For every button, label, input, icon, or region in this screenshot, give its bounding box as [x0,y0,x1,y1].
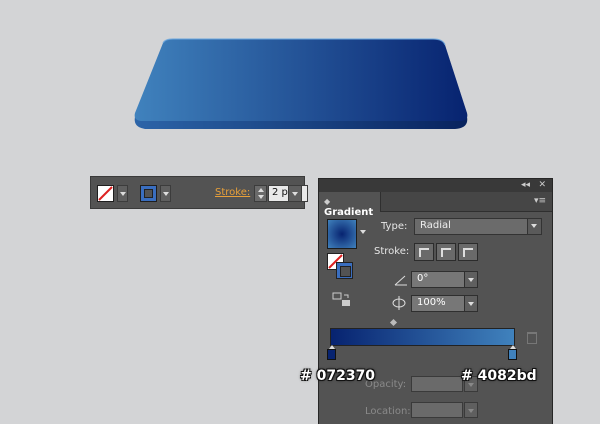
start-color-hex-label: # 072370 [300,368,376,384]
angle-input[interactable]: 0° [411,271,471,288]
stroke-weight-spinner[interactable] [254,185,267,202]
stroke-within-button[interactable] [414,243,434,261]
fill-none-swatch[interactable] [97,185,114,202]
midpoint-diamond[interactable] [389,318,398,327]
tab-gradient-label: Gradient [324,207,374,218]
stroke-swatch-inner [144,189,153,198]
close-panel-icon[interactable]: ✕ [538,180,546,190]
gradient-slider[interactable] [330,328,515,346]
opacity-input[interactable] [411,376,463,392]
stroke-box[interactable] [336,262,353,279]
location-dropdown[interactable] [464,402,478,418]
stroke-gradient-label: Stroke: [374,246,410,257]
stroke-weight-dropdown[interactable] [288,185,302,202]
panel-title-bar: ◂◂ ✕ [319,179,552,192]
panel-menu-icon[interactable]: ▾≡ [534,196,546,206]
angle-dropdown[interactable] [464,271,478,288]
reverse-gradient-icon[interactable] [332,292,352,308]
location-label: Location: [365,406,411,417]
stroke-swatch[interactable] [140,185,157,202]
chevron-down-icon [527,219,541,234]
type-label: Type: [381,221,408,232]
expand-arrows-icon: ◆ [324,197,331,206]
aspect-ratio-input[interactable]: 100% [411,295,471,312]
tab-gradient[interactable]: ◆ Gradient [319,192,381,218]
gradient-type-select[interactable]: Radial [414,218,542,235]
stroke-panel-link[interactable]: Stroke: [215,187,250,198]
control-bar: Stroke: 2 px [90,176,308,209]
blue-bar-artwork[interactable] [125,35,475,135]
stroke-across-button[interactable] [458,243,478,261]
fill-dropdown-button[interactable] [117,185,128,202]
stroke-dropdown-button[interactable] [160,185,171,202]
aspect-ratio-icon [392,296,406,310]
decrement-arrow-icon [258,195,264,199]
gradient-type-value: Radial [420,220,451,231]
gradient-preview-dropdown[interactable] [360,230,366,234]
trash-icon[interactable] [527,332,537,344]
collapse-panel-icon[interactable]: ◂◂ [521,180,530,190]
stroke-along-icon [441,248,451,257]
gradient-stop-left[interactable] [327,345,336,360]
increment-arrow-icon [258,188,264,192]
end-color-hex-label: # 4082bd [461,368,537,384]
fill-stroke-indicator[interactable] [327,253,357,283]
gradient-panel: ◂◂ ✕ ◆ Gradient ▾≡ Type: Radial Stroke: … [318,178,553,424]
angle-icon [394,275,407,286]
location-input[interactable] [411,402,463,418]
stroke-across-icon [463,248,473,257]
stroke-along-button[interactable] [436,243,456,261]
gradient-stop-right[interactable] [508,345,517,360]
gradient-preview-swatch[interactable] [327,219,357,249]
panel-tab-bar: ◆ Gradient ▾≡ [319,192,552,218]
stroke-within-icon [419,248,429,257]
aspect-ratio-dropdown[interactable] [464,295,478,312]
none-slash-icon [98,186,113,201]
